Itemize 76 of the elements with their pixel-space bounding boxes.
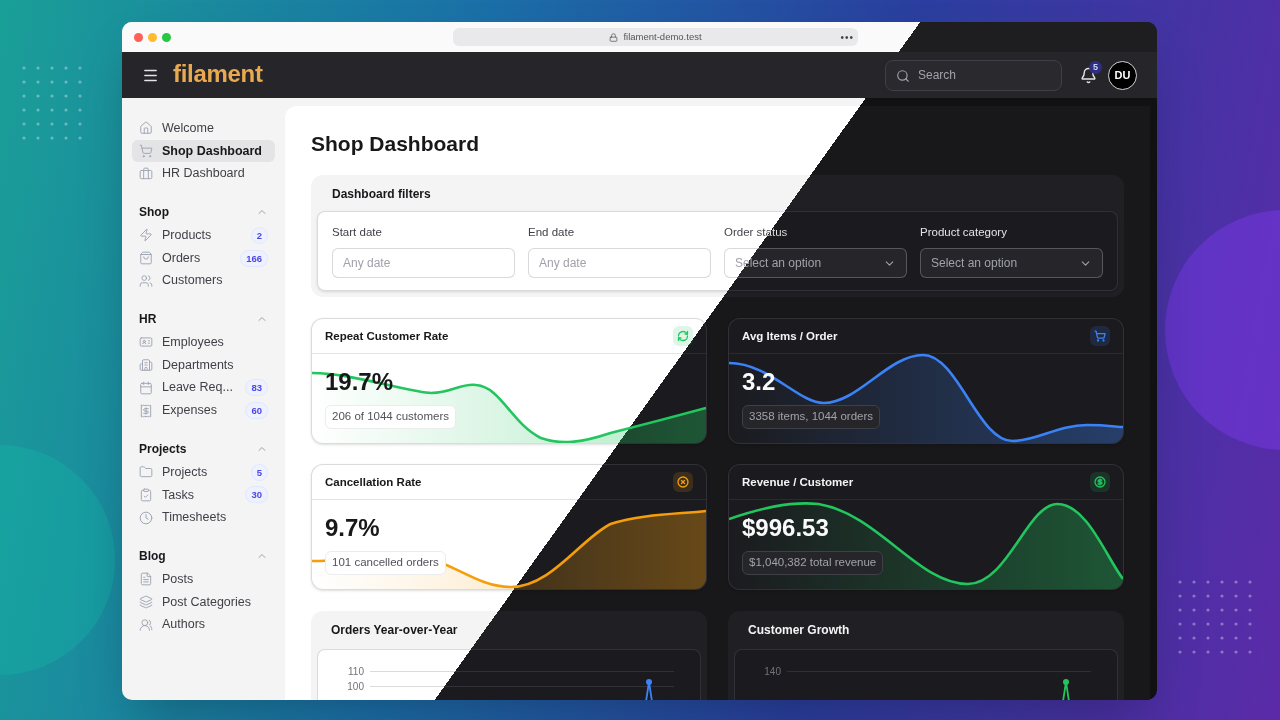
count-badge: 5 (250, 463, 268, 481)
people-icon (139, 617, 153, 632)
sidebar-item[interactable]: Leave Req... 83 (132, 376, 275, 400)
url-text: filament-demo.test (623, 29, 702, 44)
date-field[interactable]: Any date (332, 248, 515, 279)
logo[interactable]: filament (173, 61, 263, 89)
section-title: Customer Growth (747, 622, 851, 640)
sidebar-item[interactable]: HR Dashboard (132, 162, 275, 186)
count-badge: 30 (245, 486, 268, 504)
more-menu[interactable]: ••• (840, 29, 854, 45)
nav-group-header[interactable]: Projects (132, 437, 275, 460)
stat-value: 9.7% (325, 514, 380, 543)
sidebar-item[interactable]: Post Categories (132, 590, 275, 614)
sidebar-item[interactable]: Employees (132, 331, 275, 354)
count-badge: 2 (250, 226, 268, 244)
bell-icon (1079, 66, 1097, 84)
stat-value: 3.2 (742, 368, 776, 397)
stat-description: 206 of 1044 customers (325, 405, 456, 429)
nav-group-header[interactable]: Blog (132, 544, 275, 567)
bolt-icon (139, 228, 153, 243)
user-avatar[interactable]: DU (1108, 60, 1137, 90)
count-badge: 60 (245, 402, 268, 420)
building-icon (139, 358, 153, 373)
axis-tick-label: 140 (763, 665, 781, 678)
notification-badge: 5 (1089, 61, 1102, 74)
sidebar-item[interactable]: Departments (132, 353, 275, 377)
card-title: Cancellation Rate (325, 474, 422, 490)
card-title: Avg Items / Order (742, 328, 838, 344)
count-badge: 83 (245, 379, 268, 397)
stat-description: 101 cancelled orders (325, 551, 446, 575)
date-field[interactable]: Any date (528, 248, 711, 279)
field-label: Start date (332, 225, 382, 240)
receipt-icon (139, 403, 153, 418)
people-icon (139, 273, 153, 288)
sidebar-item[interactable]: Authors (132, 613, 275, 636)
sidebar-item[interactable]: Projects 5 (132, 460, 275, 484)
page-title: Shop Dashboard (311, 131, 480, 157)
address-bar[interactable]: filament-demo.test ••• (453, 28, 858, 46)
stat-description: 3358 items, 1044 orders (742, 405, 881, 429)
section-title: Dashboard filters (331, 186, 432, 203)
card-title: Repeat Customer Rate (325, 328, 449, 344)
clock-icon (139, 510, 153, 525)
sidebar-item[interactable]: Orders 166 (132, 246, 275, 270)
field-label: End date (528, 225, 575, 240)
sidebar-item[interactable]: Products 2 (132, 224, 275, 247)
document-icon (139, 572, 153, 587)
sidebar-item[interactable]: Timesheets (132, 506, 275, 529)
sidebar-item[interactable]: Expenses 60 (132, 399, 275, 422)
search-field[interactable]: Search (885, 59, 1062, 91)
id-card-icon (139, 335, 153, 350)
sidebar-item[interactable]: Posts (132, 567, 275, 591)
field-label: Product category (920, 225, 1007, 240)
select-field[interactable]: Select an option (920, 248, 1103, 279)
house-icon (139, 121, 153, 136)
bag-icon (139, 251, 153, 266)
cart-icon (139, 144, 153, 159)
clipboard-icon (139, 487, 153, 502)
stat-description: $1,040,382 total revenue (742, 551, 884, 575)
lock-icon (609, 32, 619, 42)
axis-tick-label: 100 (346, 680, 364, 693)
sidebar-item[interactable]: Welcome (132, 117, 275, 140)
axis-tick-label: 110 (347, 665, 364, 678)
stack-icon (139, 594, 153, 609)
stat-value: $996.53 (742, 514, 829, 543)
notifications-button[interactable]: 5 (1074, 61, 1102, 89)
calendar-icon (139, 380, 153, 395)
section-title: Orders Year-over-Year (330, 622, 459, 640)
briefcase-icon (139, 166, 153, 181)
card-title: Revenue / Customer (742, 474, 854, 490)
sidebar-item[interactable]: Customers (132, 269, 275, 293)
sidebar-item[interactable]: Shop Dashboard (132, 139, 275, 163)
sidebar-item[interactable]: Tasks 30 (132, 483, 275, 507)
nav-group-header[interactable]: Shop (132, 201, 275, 224)
count-badge: 166 (240, 249, 268, 267)
nav-group-header[interactable]: HR (132, 308, 275, 331)
folder-icon (139, 465, 153, 480)
